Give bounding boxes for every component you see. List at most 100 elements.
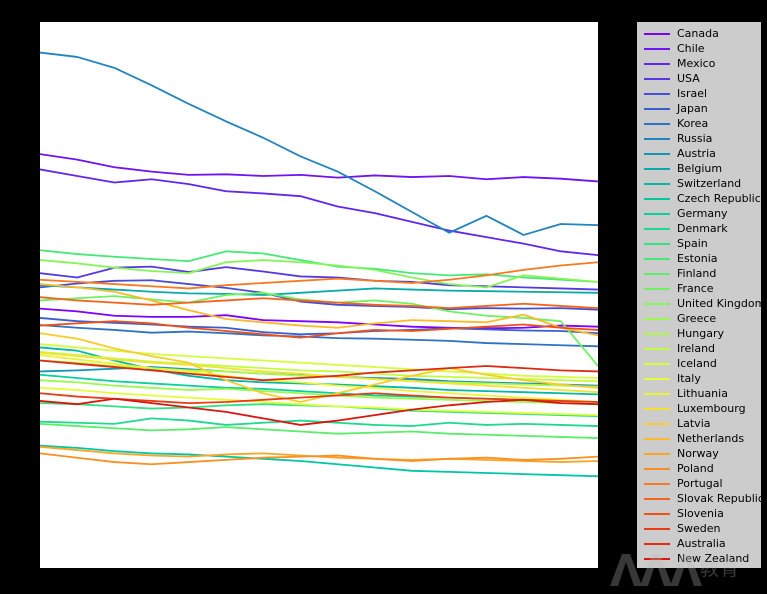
legend-item[interactable]: Portugal <box>637 476 761 491</box>
legend-color-swatch <box>644 437 670 440</box>
legend-label: USA <box>677 72 700 85</box>
legend-label: Israel <box>677 87 708 100</box>
legend-color-swatch <box>644 482 670 485</box>
legend-item[interactable]: Slovenia <box>637 506 761 521</box>
legend-color-swatch <box>644 137 670 140</box>
legend-label: Slovenia <box>677 507 724 520</box>
legend-label: Estonia <box>677 252 718 265</box>
legend-color-swatch <box>644 392 670 395</box>
legend-color-swatch <box>644 32 670 35</box>
legend-item[interactable]: Israel <box>637 86 761 101</box>
legend-item[interactable]: Spain <box>637 236 761 251</box>
legend-item[interactable]: Czech Republic <box>637 191 761 206</box>
legend-label: Poland <box>677 462 714 475</box>
legend-label: Latvia <box>677 417 711 430</box>
legend-color-swatch <box>644 197 670 200</box>
legend-item[interactable]: Poland <box>637 461 761 476</box>
legend-color-swatch <box>644 182 670 185</box>
legend-item[interactable]: Netherlands <box>637 431 761 446</box>
legend-item[interactable]: USA <box>637 71 761 86</box>
legend-color-swatch <box>644 452 670 455</box>
legend-item[interactable]: Iceland <box>637 356 761 371</box>
legend-color-swatch <box>644 47 670 50</box>
legend-color-swatch <box>644 62 670 65</box>
legend-color-swatch <box>644 557 670 560</box>
legend-item[interactable]: United Kingdom <box>637 296 765 311</box>
legend-item[interactable]: Sweden <box>637 521 761 536</box>
legend-item[interactable]: Estonia <box>637 251 761 266</box>
legend-item[interactable]: Belgium <box>637 161 761 176</box>
legend-color-swatch <box>644 227 670 230</box>
legend-label: Mexico <box>677 57 716 70</box>
legend-color-swatch <box>644 332 670 335</box>
legend-color-swatch <box>644 527 670 530</box>
legend-item[interactable]: Canada <box>637 26 761 41</box>
legend-color-swatch <box>644 152 670 155</box>
legend-label: Chile <box>677 42 705 55</box>
legend-item[interactable]: Germany <box>637 206 761 221</box>
legend-label: Slovak Republic <box>677 492 764 505</box>
legend-item[interactable]: Australia <box>637 536 761 551</box>
legend-color-swatch <box>644 122 670 125</box>
legend-item[interactable]: Korea <box>637 116 761 131</box>
chart-legend: Canada Chile Mexico USA Israel Japan Korea Russ… <box>637 22 765 568</box>
legend-label: Austria <box>677 147 716 160</box>
legend-color-swatch <box>644 347 670 350</box>
legend-label: Switzerland <box>677 177 742 190</box>
series-line <box>40 259 598 289</box>
legend-item[interactable]: New Zealand <box>637 551 761 566</box>
legend-color-swatch <box>644 362 670 365</box>
series-line <box>40 422 598 439</box>
series-line <box>40 51 598 236</box>
legend-item[interactable]: Luxembourg <box>637 401 761 416</box>
legend-label: Sweden <box>677 522 721 535</box>
line-chart-svg <box>40 51 598 478</box>
legend-label: Japan <box>677 102 708 115</box>
figure-canvas: Canada Chile Mexico USA Israel Japan Korea Russ… <box>0 0 767 590</box>
legend-label: Czech Republic <box>677 192 761 205</box>
legend-label: Finland <box>677 267 717 280</box>
legend-item[interactable]: Hungary <box>637 326 761 341</box>
legend-label: United Kingdom <box>677 297 766 310</box>
legend-item[interactable]: Japan <box>637 101 761 116</box>
legend-item[interactable]: Chile <box>637 41 761 56</box>
legend-item[interactable]: Switzerland <box>637 176 761 191</box>
legend-color-swatch <box>644 542 670 545</box>
legend-item[interactable]: France <box>637 281 761 296</box>
legend-item[interactable]: Denmark <box>637 221 761 236</box>
legend-label: Russia <box>677 132 713 145</box>
legend-label: Hungary <box>677 327 724 340</box>
legend-color-swatch <box>644 377 670 380</box>
legend-label: Portugal <box>677 477 723 490</box>
legend-label: Netherlands <box>677 432 745 445</box>
legend-label: Korea <box>677 117 709 130</box>
series-line <box>40 261 598 290</box>
legend-item[interactable]: Latvia <box>637 416 761 431</box>
legend-item[interactable]: Russia <box>637 131 761 146</box>
legend-item[interactable]: Finland <box>637 266 761 281</box>
legend-label: New Zealand <box>677 552 750 565</box>
legend-color-swatch <box>644 512 670 515</box>
legend-color-swatch <box>644 497 670 500</box>
legend-color-swatch <box>644 257 670 260</box>
legend-item[interactable]: Mexico <box>637 56 761 71</box>
series-line <box>40 153 598 183</box>
legend-color-swatch <box>644 467 670 470</box>
legend-label: Iceland <box>677 357 717 370</box>
legend-color-swatch <box>644 287 670 290</box>
legend-label: Denmark <box>677 222 728 235</box>
legend-item[interactable]: Slovak Republic <box>637 491 764 506</box>
legend-item[interactable]: Ireland <box>637 341 761 356</box>
legend-item[interactable]: Greece <box>637 311 761 326</box>
legend-item[interactable]: Norway <box>637 446 761 461</box>
legend-color-swatch <box>644 77 670 80</box>
legend-item[interactable]: Lithuania <box>637 386 761 401</box>
legend-color-swatch <box>644 407 670 410</box>
legend-color-swatch <box>644 107 670 110</box>
legend-label: Spain <box>677 237 708 250</box>
legend-label: Germany <box>677 207 728 220</box>
legend-item[interactable]: Austria <box>637 146 761 161</box>
legend-item[interactable]: Italy <box>637 371 761 386</box>
legend-color-swatch <box>644 212 670 215</box>
legend-label: Lithuania <box>677 387 728 400</box>
